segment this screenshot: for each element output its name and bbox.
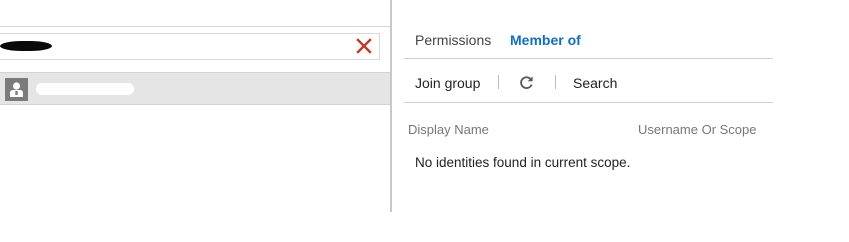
column-header-display-name[interactable]: Display Name bbox=[408, 121, 489, 138]
divider bbox=[0, 26, 390, 27]
divider bbox=[404, 58, 773, 59]
close-x-icon[interactable] bbox=[355, 37, 373, 55]
refresh-icon[interactable] bbox=[518, 74, 535, 91]
user-avatar-icon bbox=[5, 78, 28, 101]
redacted-scribble bbox=[0, 41, 52, 51]
identity-details-pane: Permissions Member of Join group Search … bbox=[392, 0, 849, 242]
join-group-button[interactable]: Join group bbox=[415, 74, 480, 92]
divider bbox=[404, 102, 773, 103]
identity-search-input[interactable] bbox=[0, 33, 380, 60]
toolbar-separator bbox=[555, 75, 556, 89]
toolbar-separator bbox=[498, 75, 499, 89]
tab-member-of[interactable]: Member of bbox=[510, 31, 581, 49]
identity-list-pane bbox=[0, 0, 390, 242]
tab-permissions[interactable]: Permissions bbox=[415, 31, 491, 49]
list-item-selected-identity[interactable] bbox=[0, 72, 390, 105]
identity-name bbox=[36, 81, 136, 97]
empty-state-message: No identities found in current scope. bbox=[415, 155, 631, 170]
identity-panel: Permissions Member of Join group Search … bbox=[0, 0, 849, 242]
search-button[interactable]: Search bbox=[573, 74, 617, 92]
column-header-username-or-scope[interactable]: Username Or Scope bbox=[638, 121, 757, 138]
